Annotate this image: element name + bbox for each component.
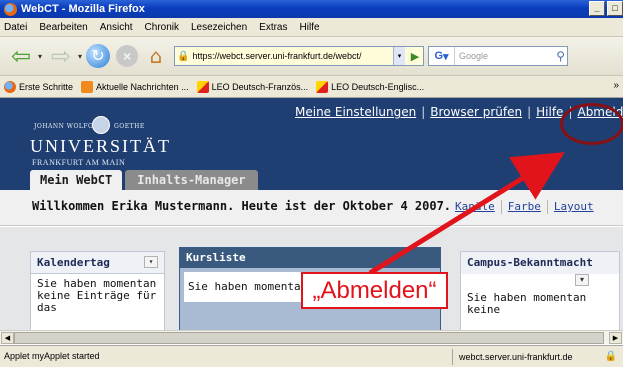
horizontal-scrollbar[interactable]: ◀ ▶: [0, 330, 623, 344]
status-text: Applet myApplet started: [4, 351, 100, 361]
search-engine-icon[interactable]: G ▾: [429, 47, 456, 65]
link-farbe[interactable]: Farbe: [508, 200, 541, 213]
url-text[interactable]: https://webct.server.uni-frankfurt.de/we…: [192, 51, 392, 61]
menu-ansicht[interactable]: Ansicht: [100, 22, 133, 33]
search-placeholder: Google: [459, 51, 489, 61]
window-title: WebCT - Mozilla Firefox: [21, 3, 145, 15]
calendar-card: Kalendertag ▾ Sie haben momentan keine E…: [30, 251, 165, 332]
separator: |: [421, 105, 426, 119]
bookmark-aktuelle-nachrichten[interactable]: Aktuelle Nachrichten ...: [81, 80, 189, 93]
scroll-thumb[interactable]: [14, 332, 604, 344]
status-domain: webct.server.uni-frankfurt.de 🔒: [452, 349, 621, 365]
separator: |: [527, 105, 532, 119]
bookmark-label: LEO Deutsch-Englisc...: [331, 81, 425, 92]
forward-arrow-icon[interactable]: ⇨: [46, 44, 76, 68]
tab-inhalts-manager[interactable]: Inhalts-Manager: [125, 170, 258, 190]
menu-bearbeiten[interactable]: Bearbeiten: [39, 22, 87, 33]
logo-city: FRANKFURT AM MAIN: [32, 158, 126, 167]
link-layout[interactable]: Layout: [554, 200, 594, 213]
back-dropdown-icon[interactable]: ▾: [38, 52, 42, 61]
leo-icon: [316, 80, 329, 93]
bookmark-leo-englisch[interactable]: LEO Deutsch-Englisc...: [316, 80, 425, 93]
collapse-icon[interactable]: ▾: [144, 256, 158, 268]
leo-icon: [196, 80, 209, 93]
navigation-toolbar: ⇦ ▾ ⇨ ▾ ↻ × ⌂ 🔒 https://webct.server.uni…: [0, 37, 623, 76]
window-titlebar: WebCT - Mozilla Firefox _ □: [0, 0, 623, 18]
minimize-button[interactable]: _: [589, 1, 605, 16]
go-arrow-icon[interactable]: ▶: [407, 47, 423, 65]
calendar-card-text: Sie haben momentan keine Einträge für da…: [37, 277, 157, 314]
bookmarks-toolbar: Erste Schritte Aktuelle Nachrichten ... …: [0, 76, 623, 98]
campus-card-controls: ▾: [461, 274, 619, 288]
bookmark-erste-schritte[interactable]: Erste Schritte: [4, 80, 74, 93]
reload-icon[interactable]: ↻: [86, 44, 111, 68]
campus-card-text: Sie haben momentan keine: [467, 291, 587, 316]
menu-datei[interactable]: Datei: [4, 22, 27, 33]
bookmarks-overflow-icon[interactable]: »: [613, 80, 619, 91]
scroll-left-icon[interactable]: ◀: [1, 332, 14, 344]
lock-icon[interactable]: 🔒: [605, 351, 617, 362]
calendar-card-title: Kalendertag: [37, 256, 110, 269]
rss-icon: [81, 80, 94, 93]
page-tabs: Mein WebCT Inhalts-Manager: [30, 170, 258, 190]
divider: [500, 200, 502, 214]
page-header: JOHANN WOLFGANG GOETHE UNIVERSITÄT FRANK…: [0, 98, 623, 190]
maximize-button[interactable]: □: [607, 1, 623, 16]
url-history-dropdown-icon[interactable]: ▾: [393, 47, 406, 65]
tab-mein-webct[interactable]: Mein WebCT: [30, 170, 123, 190]
link-meine-einstellungen[interactable]: Meine Einstellungen: [295, 105, 416, 119]
logo-small-right: GOETHE: [114, 123, 145, 130]
firefox-icon: [4, 80, 16, 93]
site-identity-icon[interactable]: 🔒: [177, 51, 189, 62]
status-domain-text: webct.server.uni-frankfurt.de: [459, 352, 573, 362]
campus-card-title: Campus-Bekanntmacht: [461, 252, 619, 274]
home-icon[interactable]: ⌂: [144, 45, 168, 67]
bookmark-label: Erste Schritte: [19, 81, 74, 92]
logo-university: UNIVERSITÄT: [30, 136, 171, 156]
link-hilfe[interactable]: Hilfe: [536, 105, 563, 119]
search-icon[interactable]: ⚲: [556, 49, 565, 63]
settings-links: Kanäle Farbe Layout: [455, 200, 594, 214]
annotation-callout: „Abmelden“: [301, 272, 448, 309]
collapse-icon[interactable]: ▾: [575, 274, 589, 286]
firefox-icon: [4, 2, 17, 16]
status-bar: Applet myApplet started webct.server.uni…: [0, 345, 623, 367]
bookmark-label: LEO Deutsch-Französ...: [211, 81, 309, 92]
menu-lesezeichen[interactable]: Lesezeichen: [191, 22, 247, 33]
forward-dropdown-icon[interactable]: ▾: [78, 52, 82, 61]
divider: [546, 200, 548, 214]
menu-chronik[interactable]: Chronik: [145, 22, 179, 33]
bookmark-label: Aktuelle Nachrichten ...: [96, 81, 189, 92]
calendar-card-header: Kalendertag ▾: [31, 252, 164, 274]
url-bar[interactable]: 🔒 https://webct.server.uni-frankfurt.de/…: [174, 46, 425, 66]
menu-hilfe[interactable]: Hilfe: [300, 22, 320, 33]
welcome-message: Willkommen Erika Mustermann. Heute ist d…: [32, 199, 452, 213]
link-kanaele[interactable]: Kanäle: [455, 200, 495, 213]
highlight-ring: [560, 103, 623, 145]
stop-icon[interactable]: ×: [116, 45, 139, 67]
welcome-bar: Willkommen Erika Mustermann. Heute ist d…: [0, 190, 623, 226]
menu-extras[interactable]: Extras: [259, 22, 287, 33]
bookmark-leo-franzoesisch[interactable]: LEO Deutsch-Französ...: [196, 80, 309, 93]
search-input[interactable]: G ▾ Google ⚲: [428, 46, 569, 66]
course-list-title: Kursliste: [180, 248, 440, 268]
scroll-right-icon[interactable]: ▶: [609, 332, 622, 344]
back-arrow-icon[interactable]: ⇦: [6, 44, 36, 68]
menu-bar: Datei Bearbeiten Ansicht Chronik Lesezei…: [0, 18, 623, 37]
link-browser-pruefen[interactable]: Browser prüfen: [430, 105, 522, 119]
campus-announcements-card: Campus-Bekanntmacht ▾ Sie haben momentan…: [460, 251, 620, 332]
university-seal-icon: [92, 116, 110, 134]
window-controls: _ □: [587, 1, 623, 16]
